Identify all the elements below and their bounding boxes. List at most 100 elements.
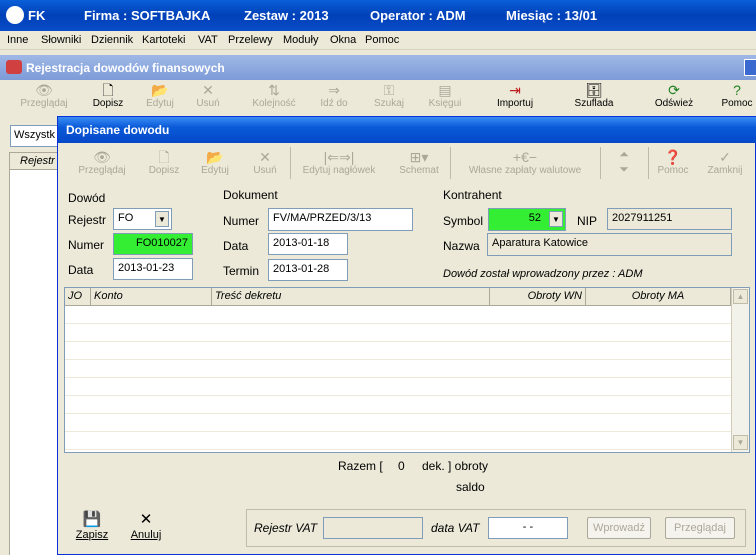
- zapisz-button[interactable]: 💾 Zapisz: [70, 511, 114, 541]
- book-icon: ▤: [438, 82, 452, 98]
- grid-header: JO Konto Treść dekretu Obroty WN Obroty …: [65, 288, 749, 306]
- dowod-section-label: Dowód: [68, 191, 106, 205]
- main-importuj-button[interactable]: ⇥ Importuj: [486, 82, 544, 109]
- app-logo-icon: [6, 6, 24, 24]
- dokument-section-label: Dokument: [223, 188, 278, 202]
- drawer-icon: 🗄: [585, 82, 603, 98]
- data-label: Data: [68, 263, 94, 277]
- symbol-label: Symbol: [443, 214, 484, 228]
- przegladaj-vat-button[interactable]: Przeglądaj: [665, 517, 735, 539]
- dlg-nav-arrows[interactable]: ⏶ ⏷: [606, 147, 642, 177]
- table-row[interactable]: [65, 306, 731, 324]
- wprowadz-button[interactable]: Wprowadź: [587, 517, 651, 539]
- dowod-numer-field[interactable]: FO010027: [113, 233, 193, 255]
- floppy-disk-icon: 💾: [82, 511, 102, 528]
- app-title-bar: FK Firma : SOFTBAJKA Zestaw : 2013 Opera…: [0, 0, 756, 31]
- eye-icon: 👁: [35, 82, 53, 98]
- menu-item-okna[interactable]: Okna: [330, 34, 356, 46]
- table-row[interactable]: [65, 396, 731, 414]
- menu-item-slowniki[interactable]: Słowniki: [41, 34, 81, 46]
- col-jo[interactable]: JO: [65, 288, 91, 306]
- table-row[interactable]: [65, 324, 731, 342]
- grid-scrollbar[interactable]: ▲ ▼: [731, 288, 749, 452]
- vat-panel: Rejestr VAT data VAT - - Wprowadź Przegl…: [246, 509, 746, 547]
- table-row[interactable]: [65, 432, 731, 450]
- menu-item-przelewy[interactable]: Przelewy: [228, 34, 273, 46]
- main-usun-button[interactable]: ✕ Usuń: [186, 82, 230, 109]
- main-kolejnosc-button[interactable]: ⇅ Kolejność: [244, 82, 304, 109]
- main-edytuj-button[interactable]: 📂 Edytuj: [136, 82, 184, 109]
- table-row[interactable]: [65, 360, 731, 378]
- dlg-wlasne-zaplaty-button[interactable]: +€− Własne zapłaty walutowe: [456, 149, 594, 176]
- table-row[interactable]: [65, 414, 731, 432]
- dlg-przegladaj-button[interactable]: 👁 Przeglądaj: [70, 149, 134, 176]
- x-icon: ✕: [259, 149, 271, 165]
- saldo-label: saldo: [456, 480, 485, 494]
- col-obroty-ma[interactable]: Obroty MA: [586, 288, 731, 306]
- menu-item-kartoteki[interactable]: Kartoteki: [142, 34, 185, 46]
- menu-item-pomoc[interactable]: Pomoc: [365, 34, 399, 46]
- anuluj-button[interactable]: ✕ Anuluj: [124, 511, 168, 541]
- child-window-title: Rejestracja dowodów finansowych: [26, 61, 225, 75]
- dowod-data-field[interactable]: 2013-01-23: [113, 258, 193, 280]
- scroll-up-icon[interactable]: ▲: [733, 289, 748, 304]
- main-dopisz-button[interactable]: 🗋 Dopisz: [82, 82, 134, 109]
- symbol-select[interactable]: 52 ▼: [488, 208, 566, 231]
- x-icon: ✕: [202, 82, 214, 98]
- dlg-schemat-button[interactable]: ⊞▾ Schemat: [392, 149, 446, 176]
- razem-prefix: Razem [: [338, 459, 383, 473]
- menu-item-dziennik[interactable]: Dziennik: [91, 34, 133, 46]
- rejestr-vat-field[interactable]: [323, 517, 423, 539]
- nav-down-icon: ⏷: [619, 162, 629, 176]
- chevron-down-icon[interactable]: ▼: [155, 211, 169, 227]
- termin-label: Termin: [223, 264, 260, 278]
- dlg-pomoc-button[interactable]: ❓ Pomoc: [652, 149, 694, 176]
- col-tresc[interactable]: Treść dekretu: [212, 288, 490, 306]
- edit-header-icon: |⇐⇒|: [323, 149, 355, 165]
- dopisanie-dowodu-dialog: Dopisane dowodu 👁 Przeglądaj 🗋 Dopisz 📂 Edy…: [57, 116, 756, 555]
- table-row[interactable]: [65, 378, 731, 396]
- app-name: FK: [28, 8, 46, 23]
- dlg-usun-button[interactable]: ✕ Usuń: [244, 149, 286, 176]
- child-minimize-button[interactable]: [744, 59, 756, 76]
- dokument-numer-field[interactable]: FV/MA/PRZED/3/13: [268, 208, 413, 231]
- main-ksieguj-button[interactable]: ▤ Księgui: [420, 82, 470, 109]
- main-idz-do-button[interactable]: ⇒ Idź do: [308, 82, 360, 109]
- dialog-toolbar: 👁 Przeglądaj 🗋 Dopisz 📂 Edytuj ✕ Usuń |⇐⇒| Ed…: [58, 143, 756, 183]
- main-szuflada-button[interactable]: 🗄 Szuflada: [566, 82, 622, 109]
- scroll-down-icon[interactable]: ▼: [733, 435, 748, 450]
- schema-icon: ⊞▾: [409, 149, 429, 165]
- main-szukaj-button[interactable]: ⚿ Szukaj: [364, 82, 414, 109]
- dlg-dopisz-button[interactable]: 🗋 Dopisz: [140, 149, 188, 176]
- menu-item-vat[interactable]: VAT: [198, 34, 218, 46]
- data-vat-field[interactable]: - -: [488, 517, 568, 539]
- operator-label: Operator : ADM: [370, 8, 466, 23]
- menu-item-moduly[interactable]: Moduły: [283, 34, 318, 46]
- table-row[interactable]: [65, 342, 731, 360]
- col-obroty-wn[interactable]: Obroty WN: [490, 288, 586, 306]
- main-przegladaj-button[interactable]: 👁 Przeglądaj: [14, 82, 74, 109]
- filter-combo[interactable]: Wszystk: [10, 125, 62, 147]
- nazwa-field: Aparatura Katowice: [487, 233, 732, 256]
- check-icon: ✓: [719, 149, 731, 165]
- col-konto[interactable]: Konto: [91, 288, 212, 306]
- dekret-grid[interactable]: JO Konto Treść dekretu Obroty WN Obroty …: [64, 287, 750, 453]
- razem-count: 0: [398, 459, 405, 473]
- help-icon: ?: [733, 82, 741, 98]
- dlg-edytuj-button[interactable]: 📂 Edytuj: [192, 149, 238, 176]
- toolbar-separator: [290, 147, 291, 179]
- rejestr-column-header[interactable]: Rejestr: [9, 152, 61, 170]
- chevron-down-icon[interactable]: ▼: [549, 211, 563, 227]
- dokument-data-field[interactable]: 2013-01-18: [268, 233, 348, 255]
- data-vat-label: data VAT: [431, 521, 480, 535]
- dlg-edytuj-naglowek-button[interactable]: |⇐⇒| Edytuj nagłówek: [294, 149, 384, 176]
- rejestr-select[interactable]: FO ▼: [113, 208, 172, 230]
- menu-item-inne[interactable]: Inne: [7, 34, 28, 46]
- miesiac-label: Miesiąc : 13/01: [506, 8, 598, 23]
- termin-field[interactable]: 2013-01-28: [268, 259, 348, 281]
- toolbar-separator: [648, 147, 649, 179]
- main-pomoc-button[interactable]: ? Pomoc: [718, 82, 756, 109]
- dok-data-label: Data: [223, 239, 249, 253]
- main-odswiez-button[interactable]: ⟳ Odśwież: [646, 82, 702, 109]
- dlg-zamknij-button[interactable]: ✓ Zamknij: [702, 149, 748, 176]
